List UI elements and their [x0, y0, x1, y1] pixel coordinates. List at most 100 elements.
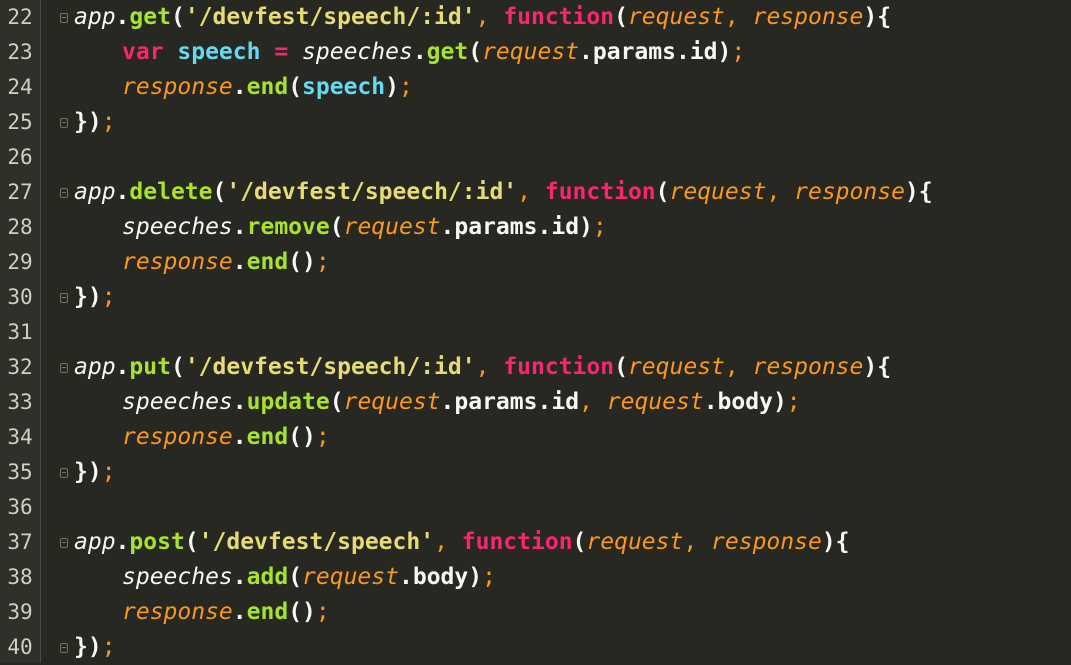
- code-token: get: [129, 4, 171, 30]
- code-token: (: [329, 389, 344, 415]
- code-token: (: [212, 179, 227, 205]
- fold-toggle-icon[interactable]: [60, 293, 68, 303]
- code-line[interactable]: 40});: [0, 630, 1071, 665]
- code-line[interactable]: 39 response.end();: [0, 595, 1071, 630]
- line-number: 38: [7, 565, 33, 589]
- code-token: speeches: [302, 39, 413, 65]
- code-line[interactable]: 32 app.put('/devfest/speech/:id', functio…: [0, 350, 1071, 385]
- code-token: (: [468, 39, 483, 65]
- code-text: speeches.remove(request.params.id);: [74, 210, 607, 245]
- code-token: (): [288, 249, 316, 275]
- code-token: ,: [579, 389, 607, 415]
- code-token: (: [614, 354, 628, 380]
- code-token: ,: [683, 529, 712, 555]
- code-token: response: [752, 4, 864, 30]
- line-number: 25: [7, 110, 33, 134]
- code-token: id: [689, 39, 718, 65]
- code-token: .: [232, 389, 247, 415]
- code-token: ): [385, 74, 399, 100]
- code-token: ;: [399, 74, 413, 100]
- code-token: app: [74, 4, 116, 30]
- line-number: 35: [7, 460, 33, 484]
- fold-toggle-icon[interactable]: [60, 538, 68, 548]
- code-token: ;: [482, 564, 496, 590]
- code-area[interactable]: 22 app.get('/devfest/speech/:id', functio…: [0, 0, 1071, 665]
- code-line[interactable]: 27 app.delete('/devfest/speech/:id', func…: [0, 175, 1071, 210]
- code-line[interactable]: 30});: [0, 280, 1071, 315]
- code-line[interactable]: 28 speeches.remove(request.params.id);: [0, 210, 1071, 245]
- code-token: function: [544, 179, 656, 205]
- code-token: response: [122, 74, 233, 100]
- code-line[interactable]: 36: [0, 490, 1071, 525]
- code-token: }): [74, 459, 102, 485]
- code-token: ,: [724, 354, 753, 380]
- code-token: ,: [434, 529, 462, 555]
- code-token: end: [246, 249, 289, 275]
- fold-toggle-icon[interactable]: [60, 363, 68, 373]
- code-token: (: [170, 4, 185, 30]
- code-text: });: [74, 280, 116, 315]
- code-text: speeches.add(request.body);: [74, 560, 496, 595]
- code-token: request: [343, 389, 441, 415]
- fold-toggle-icon[interactable]: [60, 188, 68, 198]
- code-line[interactable]: 38 speeches.add(request.body);: [0, 560, 1071, 595]
- code-token: post: [129, 529, 185, 555]
- code-token: .: [232, 599, 247, 625]
- fold-toggle-icon[interactable]: [60, 13, 68, 23]
- code-line[interactable]: 23 var speech = speeches.get(request.para…: [0, 35, 1071, 70]
- code-token: id: [551, 389, 580, 415]
- code-token: app: [74, 354, 116, 380]
- code-token: ){: [863, 4, 892, 30]
- code-line[interactable]: 35});: [0, 455, 1071, 490]
- line-number: 30: [7, 285, 33, 309]
- code-token: var: [122, 39, 178, 65]
- code-token: .: [232, 564, 247, 590]
- code-token: ;: [101, 284, 116, 310]
- code-line[interactable]: 34 response.end();: [0, 420, 1071, 455]
- line-number: 37: [7, 530, 33, 554]
- code-token: request: [627, 4, 725, 30]
- code-token: (: [288, 564, 303, 590]
- code-token: ;: [315, 424, 330, 450]
- code-token: ): [468, 564, 483, 590]
- code-text: app.get('/devfest/speech/:id', function(…: [74, 0, 891, 35]
- code-line[interactable]: 24 response.end(speech);: [0, 70, 1071, 105]
- code-token: ;: [101, 109, 116, 135]
- code-token: response: [794, 179, 905, 205]
- code-token: speech: [177, 39, 261, 65]
- code-token: response: [122, 599, 233, 625]
- code-text: app.post('/devfest/speech', function(req…: [74, 525, 850, 560]
- code-token: .: [440, 389, 455, 415]
- code-line[interactable]: 31: [0, 315, 1071, 350]
- fold-toggle-icon[interactable]: [60, 118, 68, 128]
- code-token: (: [184, 529, 199, 555]
- code-token: ,: [517, 179, 545, 205]
- code-text: response.end();: [74, 420, 330, 455]
- code-token: response: [752, 354, 864, 380]
- code-token: end: [246, 74, 289, 100]
- code-token: .: [232, 74, 247, 100]
- code-line[interactable]: 26: [0, 140, 1071, 175]
- code-token: remove: [246, 214, 330, 240]
- code-line[interactable]: 29 response.end();: [0, 245, 1071, 280]
- code-token: ){: [863, 354, 892, 380]
- code-token: response: [122, 249, 233, 275]
- code-line[interactable]: 22 app.get('/devfest/speech/:id', functio…: [0, 0, 1071, 35]
- code-token: '/devfest/speech/:id': [226, 179, 518, 205]
- code-token: request: [627, 354, 725, 380]
- code-token: body: [717, 389, 773, 415]
- code-line[interactable]: 25});: [0, 105, 1071, 140]
- code-line[interactable]: 33 speeches.update(request.params.id, req…: [0, 385, 1071, 420]
- fold-toggle-icon[interactable]: [60, 468, 68, 478]
- code-editor[interactable]: 22 app.get('/devfest/speech/:id', functio…: [0, 0, 1071, 663]
- code-text: app.put('/devfest/speech/:id', function(…: [74, 350, 891, 385]
- code-token: body: [412, 564, 469, 590]
- code-token: put: [129, 354, 171, 380]
- fold-toggle-icon[interactable]: [60, 643, 68, 653]
- code-line[interactable]: 37 app.post('/devfest/speech', function(r…: [0, 525, 1071, 560]
- code-token: ): [717, 39, 732, 65]
- code-token: request: [302, 564, 399, 590]
- line-number: 22: [7, 5, 33, 29]
- code-token: .: [232, 424, 247, 450]
- line-number: 23: [7, 40, 33, 64]
